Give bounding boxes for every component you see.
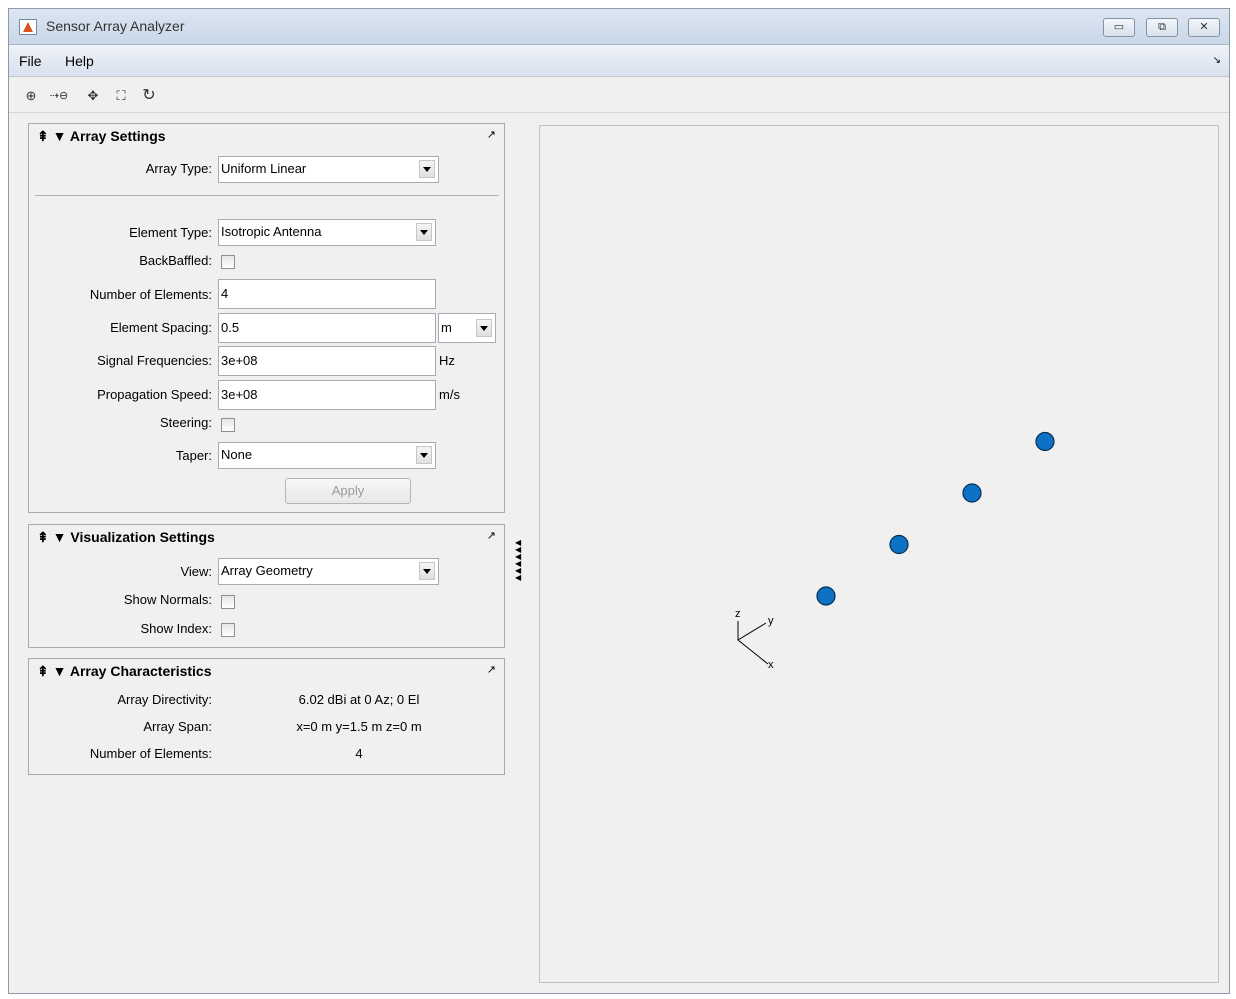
visualization-settings-header[interactable]: ⇞ ▼ Visualization Settings bbox=[37, 529, 215, 546]
view-value: Array Geometry bbox=[221, 563, 313, 578]
num-elements-char-label: Number of Elements: bbox=[89, 746, 212, 761]
taper-label: Taper: bbox=[175, 448, 212, 463]
array-geometry-plot[interactable]: z y x bbox=[539, 125, 1219, 983]
panel-title: Array Characteristics bbox=[69, 663, 212, 679]
array-element-4[interactable] bbox=[1035, 431, 1055, 452]
y-axis-line bbox=[737, 622, 767, 641]
array-element-2[interactable] bbox=[889, 534, 909, 555]
collapse-triangle-icon[interactable]: ▼ bbox=[53, 529, 67, 545]
num-elements-label: Number of Elements: bbox=[89, 287, 212, 302]
steering-checkbox[interactable] bbox=[221, 418, 235, 432]
array-type-dropdown[interactable]: Uniform Linear bbox=[218, 156, 439, 183]
array-settings-panel: ⇞ ▼ Array Settings ↗ Array Type: Uniform… bbox=[28, 123, 505, 513]
element-type-label: Element Type: bbox=[129, 225, 212, 240]
array-span-value: x=0 m y=1.5 m z=0 m bbox=[296, 719, 422, 734]
undock-panel-icon[interactable]: ↗ bbox=[487, 128, 496, 141]
divider bbox=[35, 195, 499, 196]
element-spacing-label: Element Spacing: bbox=[110, 320, 212, 335]
pan-icon[interactable]: ✥ bbox=[83, 86, 103, 106]
signal-frequencies-label: Signal Frequencies: bbox=[97, 353, 212, 368]
frequency-unit: Hz bbox=[439, 353, 455, 368]
app-window: Sensor Array Analyzer ▭ ⧉ ✕ File Help ↘ … bbox=[8, 8, 1230, 994]
backbaffled-label: BackBaffled: bbox=[139, 253, 212, 268]
steering-label: Steering: bbox=[159, 415, 212, 430]
element-type-dropdown[interactable]: Isotropic Antenna bbox=[218, 219, 436, 246]
array-type-label: Array Type: bbox=[145, 161, 212, 176]
element-spacing-input[interactable]: 0.5 bbox=[218, 313, 436, 343]
y-axis-label: y bbox=[768, 615, 774, 627]
array-settings-header[interactable]: ⇞ ▼ Array Settings bbox=[37, 128, 166, 145]
chevron-down-icon bbox=[419, 562, 435, 580]
x-axis-line bbox=[737, 639, 769, 665]
matlab-logo-icon bbox=[19, 19, 37, 35]
menu-file[interactable]: File bbox=[19, 53, 42, 69]
window-title: Sensor Array Analyzer bbox=[46, 18, 185, 34]
toolbar: ⊕ ⇢⊖ ✥ ⛶ ↻ bbox=[9, 77, 1229, 113]
array-characteristics-header[interactable]: ⇞ ▼ Array Characteristics bbox=[37, 663, 212, 680]
undock-panel-icon[interactable]: ↗ bbox=[487, 529, 496, 542]
array-span-label: Array Span: bbox=[143, 719, 212, 734]
pin-icon[interactable]: ⇞ bbox=[37, 529, 49, 545]
rotate-icon[interactable]: ↻ bbox=[139, 86, 159, 106]
x-axis-label: x bbox=[768, 659, 774, 671]
pin-icon[interactable]: ⇞ bbox=[37, 663, 49, 679]
signal-frequencies-input[interactable]: 3e+08 bbox=[218, 346, 436, 376]
speed-unit: m/s bbox=[439, 387, 460, 402]
show-normals-checkbox[interactable] bbox=[221, 595, 235, 609]
minimize-button[interactable]: ▭ bbox=[1103, 18, 1135, 37]
spacing-unit-value: m bbox=[441, 320, 452, 335]
chevron-down-icon bbox=[419, 160, 435, 178]
array-characteristics-panel: ⇞ ▼ Array Characteristics ↗ Array Direct… bbox=[28, 658, 505, 775]
apply-button[interactable]: Apply bbox=[285, 478, 411, 504]
propagation-speed-input[interactable]: 3e+08 bbox=[218, 380, 436, 410]
undock-panel-icon[interactable]: ↗ bbox=[487, 663, 496, 676]
taper-dropdown[interactable]: None bbox=[218, 442, 436, 469]
propagation-speed-label: Propagation Speed: bbox=[97, 387, 212, 402]
chevron-down-icon bbox=[416, 446, 432, 464]
array-type-value: Uniform Linear bbox=[221, 161, 307, 176]
zoom-in-icon[interactable]: ⊕ bbox=[21, 86, 41, 106]
pin-icon[interactable]: ⇞ bbox=[37, 128, 49, 144]
show-index-checkbox[interactable] bbox=[221, 623, 235, 637]
backbaffled-checkbox[interactable] bbox=[221, 255, 235, 269]
zoom-out-icon[interactable]: ⇢⊖ bbox=[49, 86, 69, 106]
collapse-triangle-icon[interactable]: ▼ bbox=[53, 663, 67, 679]
view-dropdown[interactable]: Array Geometry bbox=[218, 558, 439, 585]
element-type-value: Isotropic Antenna bbox=[221, 224, 322, 239]
num-elements-input[interactable]: 4 bbox=[218, 279, 436, 309]
title-bar: Sensor Array Analyzer ▭ ⧉ ✕ bbox=[9, 9, 1229, 45]
collapse-triangle-icon[interactable]: ▼ bbox=[53, 128, 67, 144]
undock-menu-icon[interactable]: ↘ bbox=[1213, 55, 1221, 66]
collapse-panel-icon[interactable]: ◀ ◀ ◀ ◀ ◀ ◀ bbox=[515, 539, 525, 582]
array-directivity-value: 6.02 dBi at 0 Az; 0 El bbox=[298, 692, 420, 707]
array-element-1[interactable] bbox=[816, 586, 836, 606]
array-element-3[interactable] bbox=[962, 483, 982, 503]
visualization-settings-panel: ⇞ ▼ Visualization Settings ↗ View: Array… bbox=[28, 524, 505, 648]
taper-value: None bbox=[221, 447, 253, 462]
panel-title: Array Settings bbox=[69, 128, 166, 144]
axis-triad: z y x bbox=[735, 608, 774, 671]
plot-canvas[interactable]: z y x bbox=[540, 126, 1218, 982]
chevron-down-icon bbox=[476, 319, 492, 337]
show-normals-label: Show Normals: bbox=[123, 592, 212, 607]
panel-title: Visualization Settings bbox=[70, 529, 215, 545]
array-elements bbox=[816, 431, 1055, 606]
z-axis-label: z bbox=[735, 608, 741, 620]
chevron-down-icon bbox=[416, 223, 432, 241]
menu-bar: File Help ↘ bbox=[9, 45, 1229, 77]
restore-button[interactable]: ⧉ bbox=[1146, 18, 1178, 37]
close-button[interactable]: ✕ bbox=[1188, 18, 1220, 37]
fit-icon[interactable]: ⛶ bbox=[111, 86, 131, 106]
spacing-unit-dropdown[interactable]: m bbox=[438, 313, 496, 343]
menu-help[interactable]: Help bbox=[65, 53, 94, 69]
view-label: View: bbox=[180, 564, 212, 579]
array-directivity-label: Array Directivity: bbox=[117, 692, 212, 707]
num-elements-char-value: 4 bbox=[355, 746, 363, 761]
show-index-label: Show Index: bbox=[140, 621, 212, 636]
